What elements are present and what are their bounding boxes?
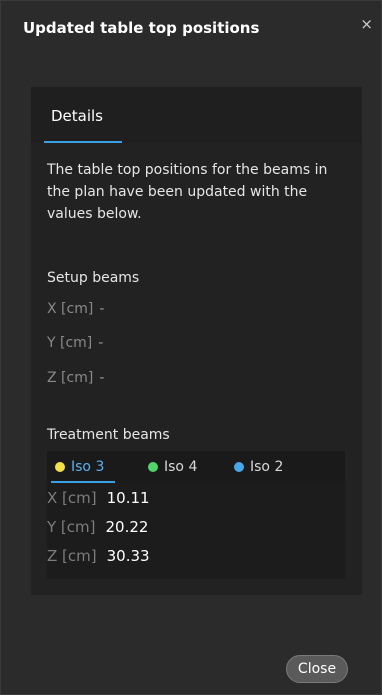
iso-4-label: Iso 4 [164,459,198,475]
treatment-beams-heading: Treatment beams [47,427,170,443]
setup-row-y: Y [cm] - [47,335,103,351]
treatment-row-y: Y [cm] 20.22 [47,518,148,536]
tab-details[interactable]: Details [51,107,103,125]
dialog: Updated table top positions × Details Th… [0,0,382,695]
details-panel: Details The table top positions for the … [31,87,362,595]
iso-4-dot-icon [148,462,158,472]
iso-tab-active-indicator [51,481,115,483]
setup-z-label: Z [cm] [47,370,94,386]
iso-3-dot-icon [55,462,65,472]
treatment-y-label: Y [cm] [47,518,96,536]
treatment-box: Iso 3 Iso 4 Iso 2 X [cm] 10.11 Y [cm] 20.2… [47,451,345,579]
treatment-z-value: 30.33 [106,547,150,565]
tab-bar: Details [31,87,362,143]
setup-x-label: X [cm] [47,301,94,317]
treatment-x-value: 10.11 [106,489,150,507]
treatment-x-label: X [cm] [47,489,97,507]
setup-row-z: Z [cm] - [47,370,104,386]
iso-2-label: Iso 2 [250,459,284,475]
treatment-y-value: 20.22 [105,518,149,536]
tab-iso-4[interactable]: Iso 4 [148,459,197,475]
setup-y-label: Y [cm] [47,335,93,351]
treatment-row-x: X [cm] 10.11 [47,489,150,507]
setup-x-value: - [99,301,105,317]
setup-beams-heading: Setup beams [47,270,140,286]
treatment-z-label: Z [cm] [47,547,97,565]
iso-tab-bar: Iso 3 Iso 4 Iso 2 [47,451,345,483]
description-text: The table top positions for the beams in… [47,162,328,222]
title-bar: Updated table top positions × [1,1,381,53]
tab-iso-3[interactable]: Iso 3 [55,459,104,475]
iso-3-label: Iso 3 [71,459,105,475]
tab-iso-2[interactable]: Iso 2 [234,459,283,475]
close-icon[interactable]: × [360,17,373,32]
dialog-title: Updated table top positions [23,19,260,37]
treatment-row-z: Z [cm] 30.33 [47,547,150,565]
close-button[interactable]: Close [286,655,348,683]
tab-active-indicator [44,141,122,143]
setup-y-value: - [98,335,104,351]
setup-row-x: X [cm] - [47,301,104,317]
setup-z-value: - [99,370,105,386]
iso-2-dot-icon [234,462,244,472]
